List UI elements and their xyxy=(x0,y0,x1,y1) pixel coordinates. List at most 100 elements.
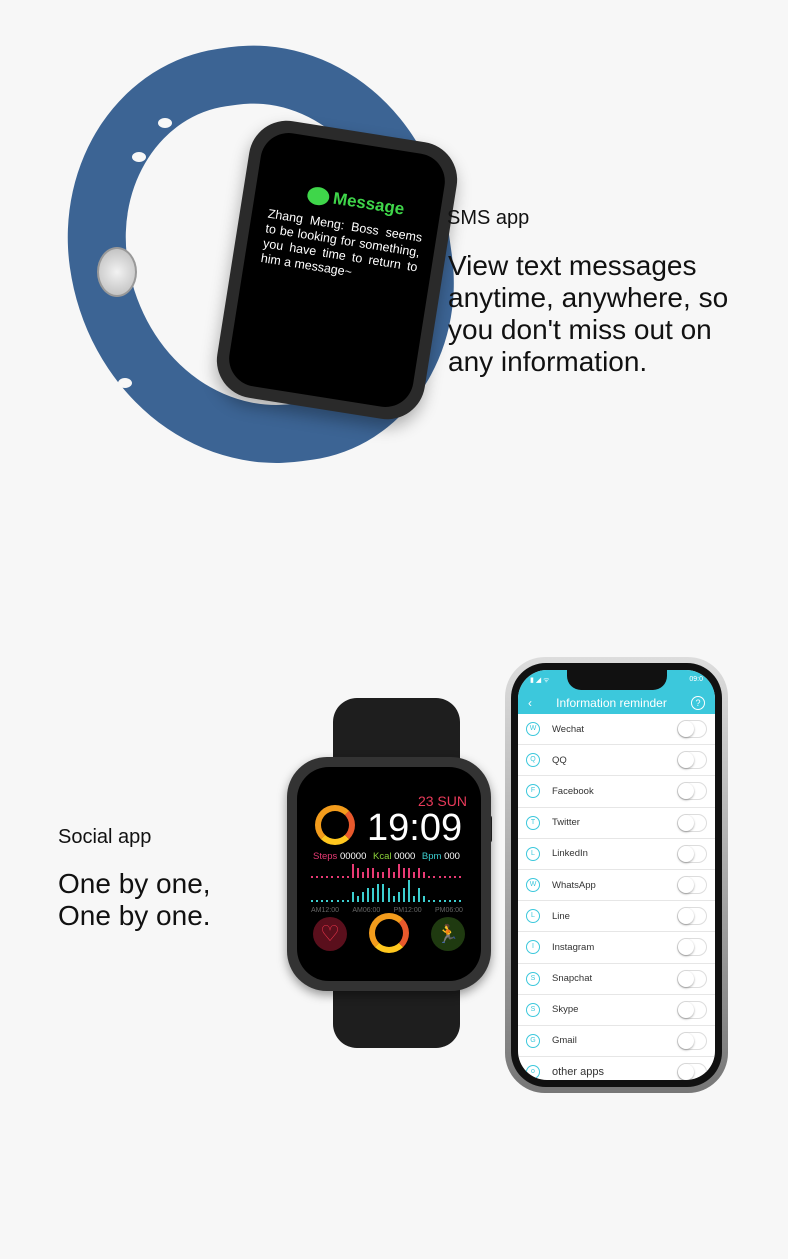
notification-toggle[interactable] xyxy=(677,1063,707,1080)
notification-toggle[interactable] xyxy=(677,813,707,832)
bpm-bar xyxy=(382,884,385,902)
bpm-bar xyxy=(418,888,421,902)
app-list: W Wechat Q QQ F Facebook T Twitter L LinkedIn W Wha… xyxy=(518,714,715,1080)
bpm-bar xyxy=(362,892,364,902)
notification-toggle[interactable] xyxy=(677,844,707,863)
app-name: QQ xyxy=(552,754,567,766)
whatsapp-icon: W xyxy=(526,878,540,893)
band-buckle xyxy=(97,247,137,297)
bpm-bar xyxy=(423,896,426,902)
steps-bar xyxy=(453,876,456,878)
activity-chart xyxy=(311,864,463,906)
bpm-bar xyxy=(316,900,319,902)
bpm-bar xyxy=(458,900,461,902)
list-item: L Line xyxy=(518,901,715,933)
app-name: Wechat xyxy=(552,723,585,735)
list-item: G Gmail xyxy=(518,1026,715,1058)
app-name: LinkedIn xyxy=(552,848,588,860)
list-item: W WhatsApp xyxy=(518,870,715,902)
steps-bar xyxy=(351,864,354,878)
back-icon[interactable]: ‹ xyxy=(528,696,532,710)
notification-toggle[interactable] xyxy=(677,720,707,739)
steps-bar xyxy=(397,864,400,878)
activity-ring-icon xyxy=(369,913,409,953)
notification-toggle[interactable] xyxy=(677,1000,707,1019)
bpm-bar xyxy=(351,892,354,902)
steps-bar xyxy=(458,876,461,878)
phone-notch xyxy=(566,670,667,690)
watch-app-title: Message xyxy=(331,188,406,219)
notification-toggle[interactable] xyxy=(677,1031,707,1050)
band-hole xyxy=(118,378,132,388)
steps-value: 00000 xyxy=(339,851,367,862)
line-icon: L xyxy=(526,909,540,924)
app-name: WhatsApp xyxy=(552,879,596,891)
steps-bar xyxy=(372,868,375,878)
watch-face: 23 SUN 19:09 Steps 00000 Kcal 0000 Bpm 0… xyxy=(297,767,481,981)
bpm-label: Bpm xyxy=(421,851,442,862)
running-icon: 🏃 xyxy=(431,917,465,951)
status-time: 09:0 xyxy=(689,676,703,683)
steps-bar xyxy=(331,876,334,878)
sms-description: View text messages anytime, anywhere, so… xyxy=(448,250,729,377)
bpm-bar xyxy=(448,900,451,902)
facebook-icon: F xyxy=(526,784,540,799)
steps-bar xyxy=(423,872,426,878)
steps-bar xyxy=(438,876,441,878)
bpm-bar xyxy=(336,900,339,902)
watch-sms: Message Zhang Meng: Boss seems to be loo… xyxy=(211,115,463,425)
time-mark: PM06:00 xyxy=(434,907,463,914)
steps-bar xyxy=(326,876,329,878)
bpm-bar xyxy=(346,900,349,902)
steps-bar xyxy=(448,876,451,878)
phone: ▮ ◢ ᯤ 09:0 ‹ Information reminder ? W Wech… xyxy=(505,657,728,1093)
steps-label: Steps xyxy=(313,851,338,862)
app-name: Instagram xyxy=(552,941,595,953)
app-name: Skype xyxy=(552,1004,579,1016)
bpm-bar xyxy=(372,888,375,902)
list-item: I Instagram xyxy=(518,932,715,964)
app-name: Twitter xyxy=(552,817,580,829)
notification-toggle[interactable] xyxy=(677,907,707,926)
notification-toggle[interactable] xyxy=(677,876,707,895)
social-description-2: One by one. xyxy=(58,900,211,931)
sms-label: SMS app xyxy=(447,207,530,229)
linkedin-icon: L xyxy=(526,846,540,861)
notification-toggle[interactable] xyxy=(677,969,707,988)
social-label: Social app xyxy=(58,826,152,848)
kcal-label: Kcal xyxy=(373,851,392,862)
instagram-icon: I xyxy=(526,940,540,955)
list-item: S Skype xyxy=(518,995,715,1026)
watch-social: 23 SUN 19:09 Steps 00000 Kcal 0000 Bpm 0… xyxy=(287,757,491,991)
bpm-bar xyxy=(331,900,334,902)
bpm-value: 000 xyxy=(444,851,460,862)
twitter-icon: T xyxy=(526,815,540,830)
list-item: T Twitter xyxy=(518,808,715,839)
steps-bar xyxy=(341,876,344,878)
list-item: Q QQ xyxy=(518,745,715,777)
app-name: Gmail xyxy=(552,1035,577,1047)
notification-toggle[interactable] xyxy=(677,938,707,957)
bpm-bar xyxy=(397,892,400,902)
bpm-bar xyxy=(402,888,405,902)
steps-bar xyxy=(418,868,421,878)
bpm-bar xyxy=(413,896,415,902)
snapchat-icon: S xyxy=(526,971,540,986)
bpm-bar xyxy=(433,900,436,902)
help-icon[interactable]: ? xyxy=(691,696,705,710)
phone-screen: ▮ ◢ ᯤ 09:0 ‹ Information reminder ? W Wech… xyxy=(518,670,715,1080)
message-icon xyxy=(306,185,331,207)
bpm-bar xyxy=(438,900,441,902)
notification-toggle[interactable] xyxy=(677,782,707,801)
notification-toggle[interactable] xyxy=(677,751,707,770)
steps-bar xyxy=(443,876,446,878)
app-name: Facebook xyxy=(552,785,594,797)
app-name: other apps xyxy=(552,1066,604,1079)
app-header: ‹ Information reminder ? xyxy=(518,692,715,714)
steps-bar xyxy=(382,872,385,878)
list-item: L LinkedIn xyxy=(518,839,715,870)
steps-bar xyxy=(433,876,436,878)
list-item: F Facebook xyxy=(518,776,715,808)
steps-bar xyxy=(321,876,324,878)
list-item: o other apps xyxy=(518,1057,715,1080)
